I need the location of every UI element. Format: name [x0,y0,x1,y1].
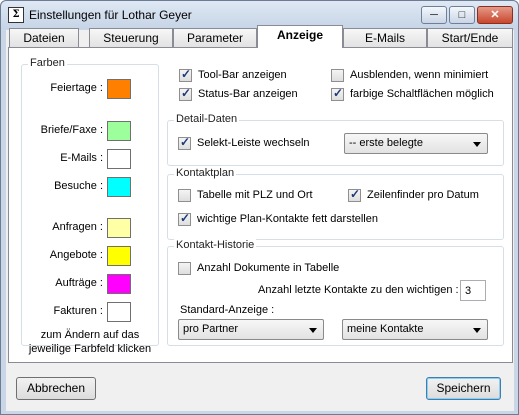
statusbar-checkbox[interactable]: ✓ [179,86,192,101]
settings-window: Σ Einstellungen für Lothar Geyer ─ □ ✕ D… [0,0,519,415]
farbe-label-besuche: Besuche : [54,180,103,192]
colored-buttons-checkbox[interactable]: ✓ [331,86,344,101]
color-swatch-anfragen[interactable] [107,218,131,238]
zeilenfinder-checkbox[interactable]: ✓ [348,187,361,202]
standard-anzeige-dropdown[interactable]: pro Partner [178,319,324,340]
farben-hint-line2: jeweilige Farbfeld klicken [28,343,152,355]
maximize-button[interactable]: □ [449,6,475,24]
plz-ort-checkbox[interactable] [178,189,191,202]
color-swatch-fakturen[interactable] [107,302,131,322]
close-button[interactable]: ✕ [477,6,513,24]
minimize-button[interactable]: ─ [421,6,447,24]
farbe-label-auftraege: Aufträge : [55,277,103,289]
detail-daten-title: Detail-Daten [174,113,240,125]
farbe-label-feiertage: Feiertage : [50,82,103,94]
selekt-leiste-dropdown-value: -- erste belegte [349,137,423,149]
color-swatch-emails[interactable] [107,149,131,169]
selekt-leiste-dropdown[interactable]: -- erste belegte [344,133,488,154]
chevron-down-icon [309,328,317,333]
standard-anzeige-dropdown-value: pro Partner [183,323,239,335]
anzahl-dokumente-checkbox-label: Anzahl Dokumente in Tabelle [197,262,340,274]
farbe-label-briefe: Briefe/Faxe : [40,124,103,136]
standard-anzeige-label: Standard-Anzeige : [180,304,275,316]
color-swatch-besuche[interactable] [107,177,131,197]
anzahl-kontakte-input[interactable] [460,280,486,301]
farbe-label-anfragen: Anfragen : [52,221,103,233]
color-swatch-angebote[interactable] [107,246,131,266]
colored-buttons-checkbox-label: farbige Schaltflächen möglich [350,88,494,100]
farben-group: Farben Feiertage : Briefe/Faxe : E-Mails… [21,57,159,355]
anzahl-dokumente-checkbox[interactable] [178,262,191,275]
color-swatch-auftraege[interactable] [107,274,131,294]
farben-group-title: Farben [28,57,67,69]
farben-hint-line1: zum Ändern auf das [40,329,140,341]
chevron-down-icon [473,142,481,147]
kontakte-filter-dropdown-value: meine Kontakte [347,323,424,335]
kontaktplan-title: Kontaktplan [174,167,237,179]
toolbar-checkbox[interactable]: ✓ [179,67,192,82]
kontaktplan-group: Kontaktplan Tabelle mit PLZ und Ort ✓ Ze… [167,167,504,240]
kontakt-historie-title: Kontakt-Historie [174,239,257,251]
farbe-label-fakturen: Fakturen : [53,305,103,317]
plz-ort-checkbox-label: Tabelle mit PLZ und Ort [197,189,313,201]
tab-steuerung[interactable]: Steuerung [89,28,173,47]
tab-emails[interactable]: E-Mails [343,28,427,47]
statusbar-checkbox-label: Status-Bar anzeigen [198,88,298,100]
chevron-down-icon [473,328,481,333]
hide-minimized-checkbox[interactable] [331,69,344,82]
save-button[interactable]: Speichern [426,377,501,400]
cancel-button[interactable]: Abbrechen [16,377,96,400]
window-title: Einstellungen für Lothar Geyer [29,8,192,22]
tab-parameter[interactable]: Parameter [173,28,257,47]
tab-dateien[interactable]: Dateien [9,28,79,47]
selekt-leiste-checkbox-label: Selekt-Leiste wechseln [197,137,310,149]
anzahl-kontakte-label: Anzahl letzte Kontakte zu den wichtigen … [258,284,459,296]
selekt-leiste-checkbox[interactable]: ✓ [178,135,191,150]
color-swatch-briefe[interactable] [107,121,131,141]
kontakte-filter-dropdown[interactable]: meine Kontakte [342,319,488,340]
toolbar-checkbox-label: Tool-Bar anzeigen [198,69,287,81]
plan-kontakte-fett-checkbox[interactable]: ✓ [178,211,191,226]
hide-minimized-checkbox-label: Ausblenden, wenn minimiert [350,69,489,81]
farbe-label-angebote: Angebote : [49,249,103,261]
color-swatch-feiertage[interactable] [107,79,131,99]
tab-start-ende[interactable]: Start/Ende [427,28,513,47]
zeilenfinder-checkbox-label: Zeilenfinder pro Datum [367,189,479,201]
plan-kontakte-fett-checkbox-label: wichtige Plan-Kontakte fett darstellen [197,213,378,225]
anzahl-kontakte-value[interactable] [461,281,485,300]
detail-daten-group: Detail-Daten ✓ Selekt-Leiste wechseln --… [167,113,504,166]
tab-panel-anzeige: Farben Feiertage : Briefe/Faxe : E-Mails… [8,47,513,363]
farbe-label-emails: E-Mails : [60,152,103,164]
kontakt-historie-group: Kontakt-Historie Anzahl Dokumente in Tab… [167,239,504,346]
app-icon: Σ [8,7,24,23]
tab-anzeige[interactable]: Anzeige [257,25,343,48]
